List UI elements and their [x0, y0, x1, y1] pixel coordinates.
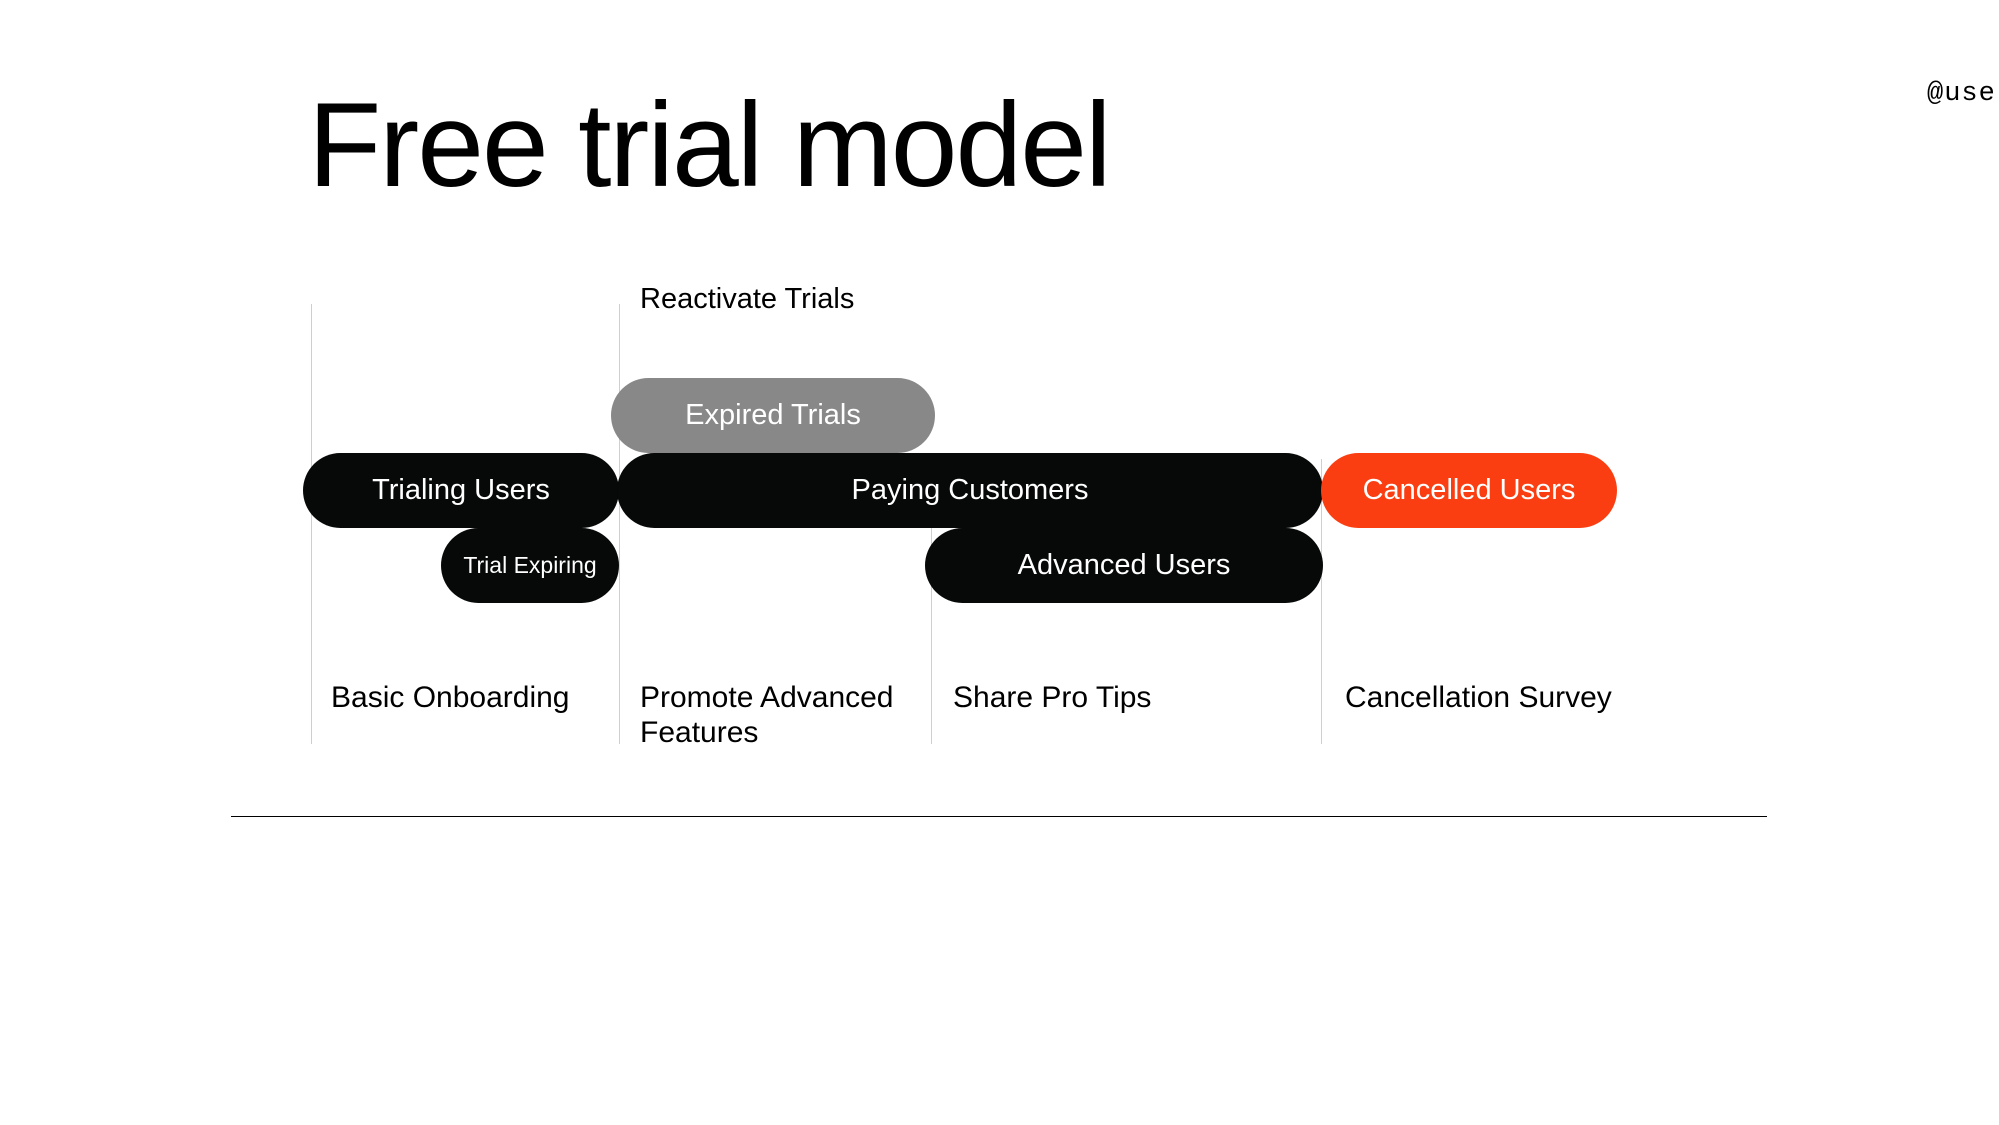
- pill-expired-trials-label: Expired Trials: [685, 399, 861, 432]
- label-basic-onboarding: Basic Onboarding: [331, 681, 591, 716]
- pill-cancelled-users: Cancelled Users: [1321, 453, 1617, 528]
- label-share-pro-tips: Share Pro Tips: [953, 681, 1253, 716]
- pill-cancelled-users-label: Cancelled Users: [1363, 474, 1576, 507]
- handle-text: @userlist: [1927, 79, 1999, 109]
- divider-2: [619, 304, 620, 744]
- bottom-divider: [231, 816, 1767, 817]
- pill-paying-customers-label: Paying Customers: [852, 474, 1089, 507]
- label-promote-advanced-features: Promote Advanced Features: [640, 681, 920, 750]
- pill-trialing-users-label: Trialing Users: [372, 474, 550, 507]
- page-title: Free trial model: [308, 82, 1110, 208]
- pill-trialing-users: Trialing Users: [303, 453, 619, 528]
- diagram-canvas: @userlist Free trial model Reactivate Tr…: [231, 0, 1767, 817]
- pill-trial-expiring-label: Trial Expiring: [463, 552, 596, 579]
- pill-trial-expiring: Trial Expiring: [441, 528, 619, 603]
- pill-advanced-users-label: Advanced Users: [1018, 549, 1231, 582]
- label-cancellation-survey: Cancellation Survey: [1345, 681, 1645, 716]
- divider-1: [311, 304, 312, 744]
- pill-expired-trials: Expired Trials: [611, 378, 935, 453]
- label-reactivate-trials: Reactivate Trials: [640, 283, 854, 316]
- pill-advanced-users: Advanced Users: [925, 528, 1323, 603]
- pill-paying-customers: Paying Customers: [617, 453, 1323, 528]
